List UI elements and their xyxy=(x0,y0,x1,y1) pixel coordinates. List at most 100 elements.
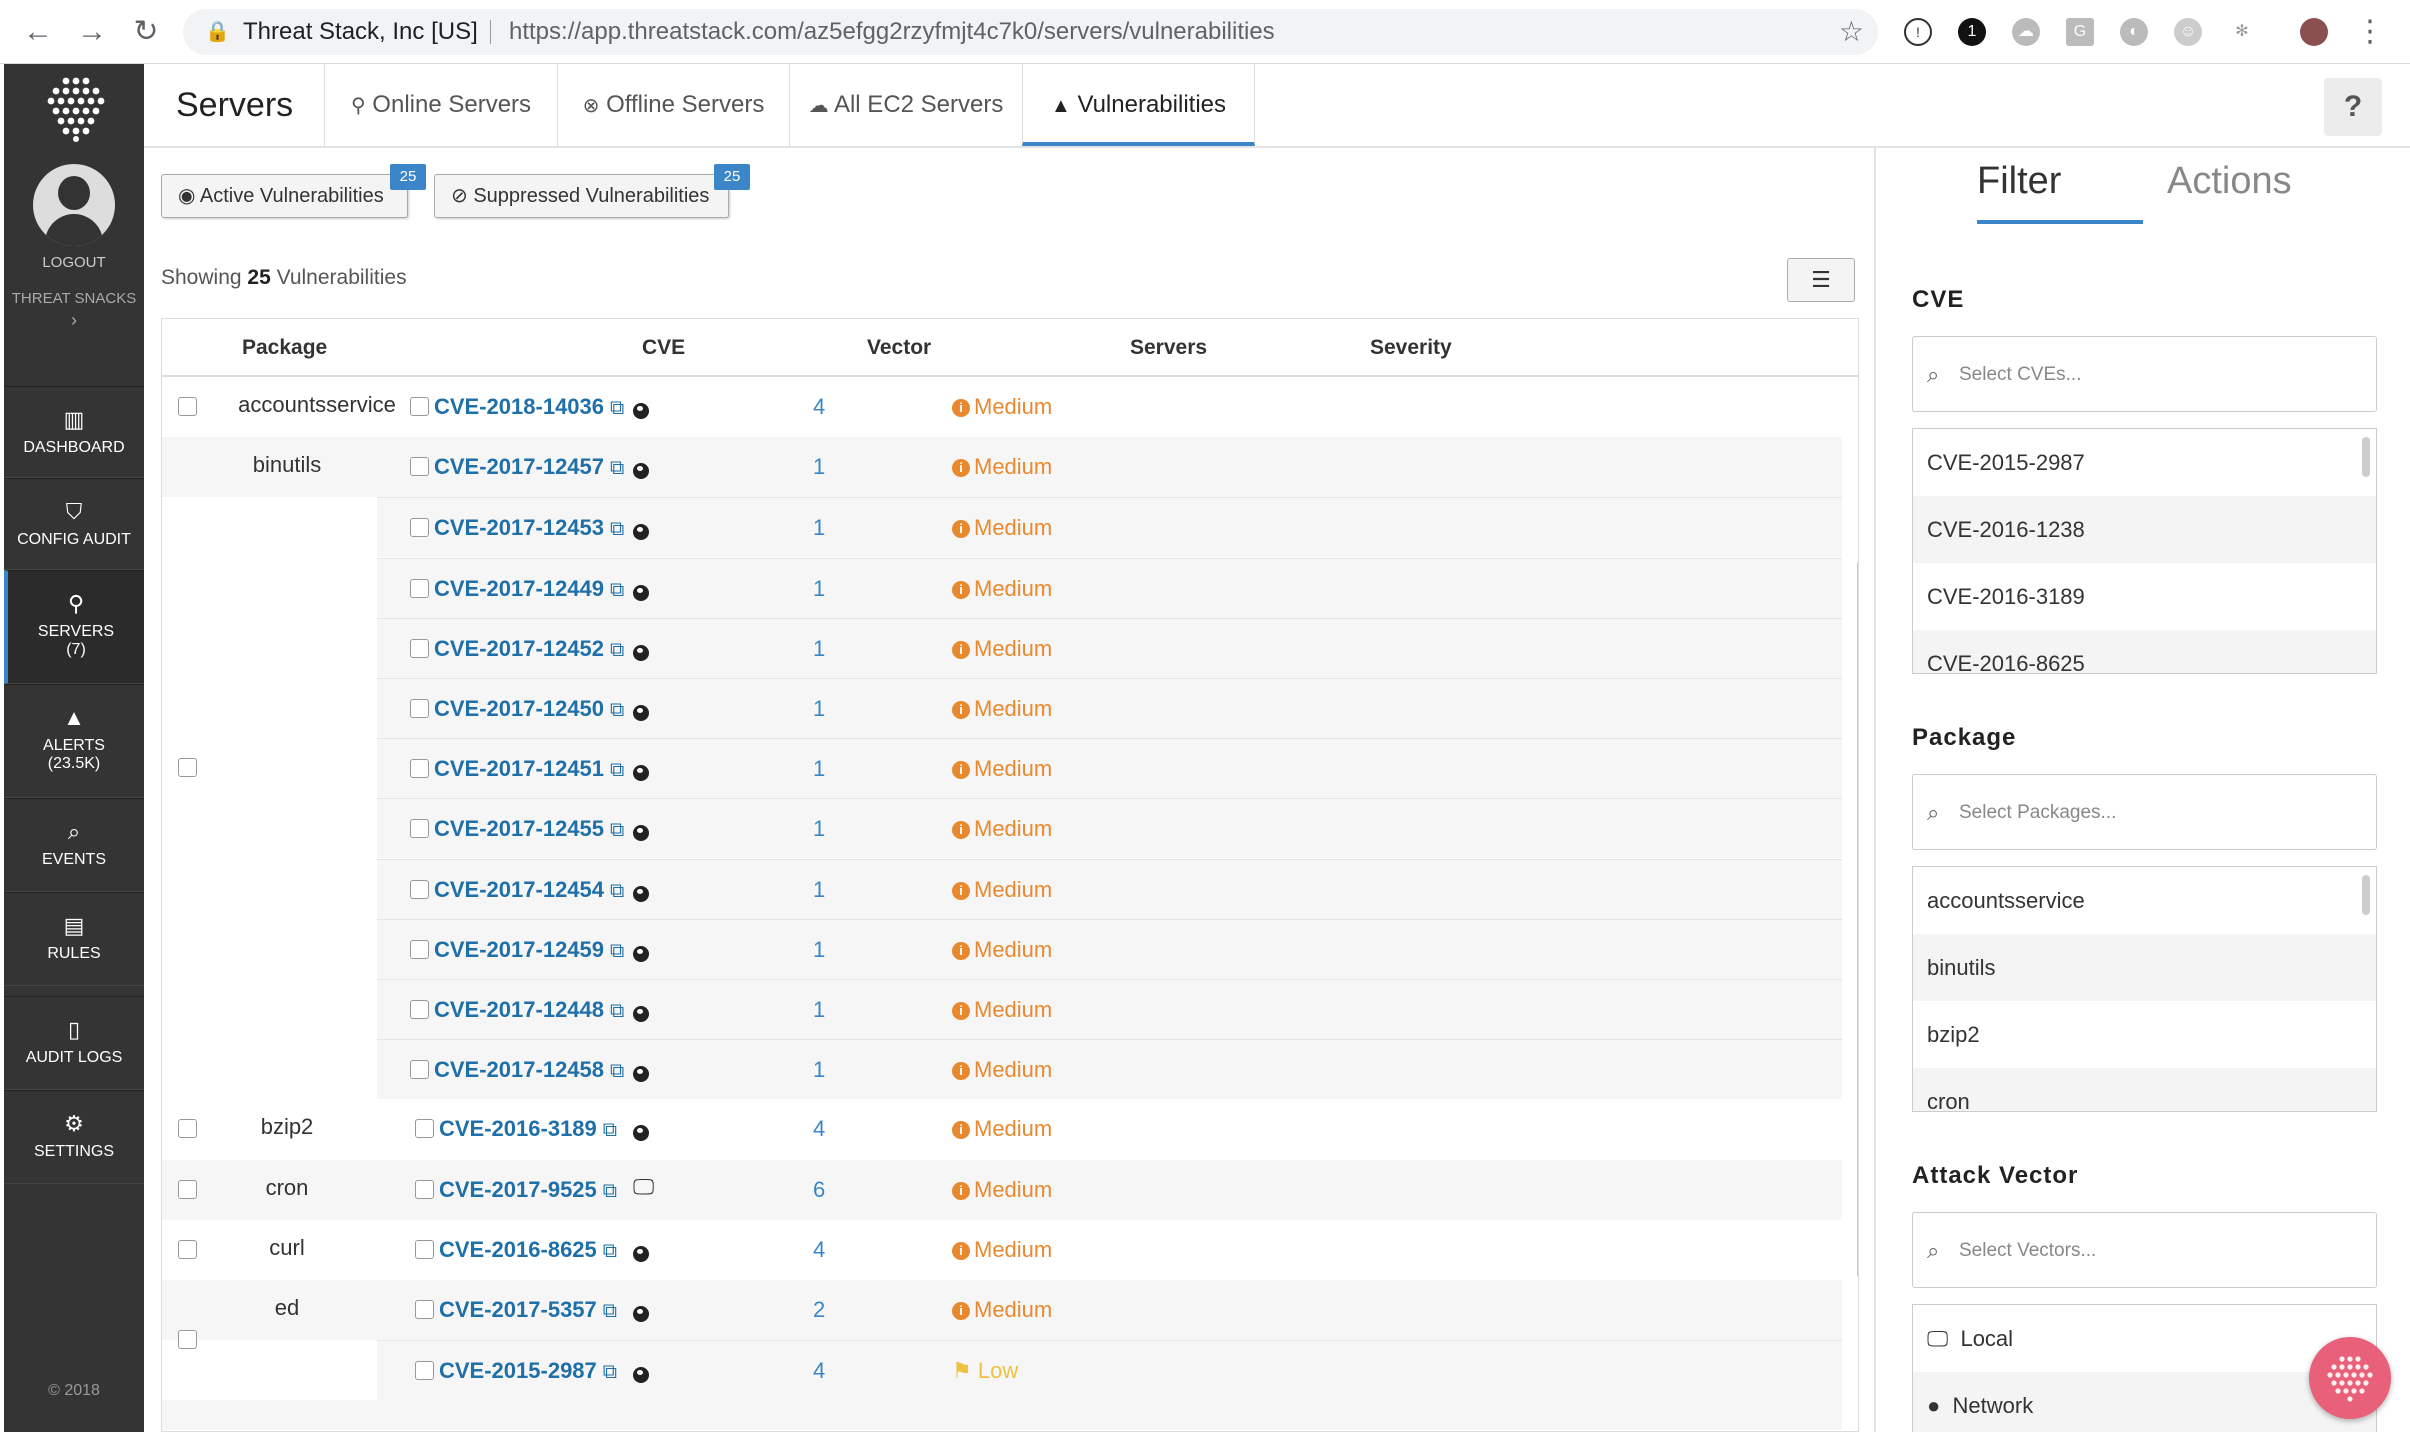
server-count-link[interactable]: 1 xyxy=(813,997,825,1023)
package-checkbox[interactable] xyxy=(178,1179,197,1199)
cve-checkbox[interactable] xyxy=(410,1060,429,1080)
server-count-link[interactable]: 4 xyxy=(813,1237,825,1263)
cve-link[interactable]: CVE-2017-12452 ⧉ xyxy=(434,636,624,662)
cve-link[interactable]: CVE-2017-12449 ⧉ xyxy=(434,576,624,602)
cve-checkbox[interactable] xyxy=(410,759,429,779)
cve-link[interactable]: CVE-2015-2987 ⧉ xyxy=(439,1358,617,1384)
org-chevron-icon[interactable]: › xyxy=(4,310,144,331)
package-option[interactable]: bzip2 xyxy=(1913,1001,2376,1068)
package-search-input[interactable]: ⌕ Select Packages... xyxy=(1912,774,2377,850)
header-cve[interactable]: CVE xyxy=(642,336,685,360)
cve-link[interactable]: CVE-2017-5357 ⧉ xyxy=(439,1297,617,1323)
cve-option[interactable]: CVE-2016-8625 xyxy=(1913,630,2376,673)
cve-option[interactable]: CVE-2015-2987 xyxy=(1913,429,2376,496)
cloud-extension-icon[interactable]: ☁ xyxy=(2012,18,2040,46)
column-settings-button[interactable]: ☰ xyxy=(1787,258,1855,302)
package-option[interactable]: accountsservice xyxy=(1913,867,2376,934)
cve-link[interactable]: CVE-2017-12448 ⧉ xyxy=(434,997,624,1023)
cve-link[interactable]: CVE-2017-12459 ⧉ xyxy=(434,937,624,963)
server-count-link[interactable]: 4 xyxy=(813,394,825,420)
nav-config-audit[interactable]: ⛉ CONFIG AUDIT xyxy=(4,478,144,570)
vector-search-input[interactable]: ⌕ Select Vectors... xyxy=(1912,1212,2377,1288)
info-extension-icon[interactable]: ! xyxy=(1904,18,1932,46)
cve-checkbox[interactable] xyxy=(410,638,429,658)
server-count-link[interactable]: 1 xyxy=(813,515,825,541)
help-button[interactable]: ? xyxy=(2324,78,2382,136)
cve-link[interactable]: CVE-2017-12458 ⧉ xyxy=(434,1057,624,1083)
header-package[interactable]: Package xyxy=(242,336,327,360)
server-count-link[interactable]: 1 xyxy=(813,1057,825,1083)
back-icon[interactable]: ← xyxy=(18,12,58,52)
cve-checkbox[interactable] xyxy=(410,819,429,839)
header-vector[interactable]: Vector xyxy=(867,336,931,360)
cve-link[interactable]: CVE-2017-12450 ⧉ xyxy=(434,696,624,722)
g-extension-icon[interactable]: G xyxy=(2066,18,2094,46)
nav-dashboard[interactable]: ▥ DASHBOARD xyxy=(4,386,144,478)
cve-option[interactable]: CVE-2016-1238 xyxy=(1913,496,2376,563)
bookmark-star-icon[interactable]: ☆ xyxy=(1839,9,1864,55)
package-checkbox[interactable] xyxy=(178,1119,197,1139)
server-count-link[interactable]: 1 xyxy=(813,756,825,782)
server-count-link[interactable]: 1 xyxy=(813,454,825,480)
threatstack-logo[interactable] xyxy=(4,64,144,154)
package-checkbox[interactable] xyxy=(178,397,197,416)
cve-link[interactable]: CVE-2017-12457 ⧉ xyxy=(434,454,624,480)
ghost-extension-icon[interactable]: ☺ xyxy=(2174,18,2202,46)
cve-checkbox[interactable] xyxy=(415,1239,434,1259)
snowflake-extension-icon[interactable]: ✻ xyxy=(2228,18,2256,46)
server-count-link[interactable]: 1 xyxy=(813,696,825,722)
tab-all-ec2-servers[interactable]: ☁ All EC2 Servers xyxy=(789,64,1022,146)
vector-option-local[interactable]: 🖵 Local xyxy=(1913,1305,2376,1372)
server-count-link[interactable]: 1 xyxy=(813,576,825,602)
profile-avatar[interactable] xyxy=(2300,18,2328,46)
nav-servers[interactable]: ⚲ SERVERS (7) xyxy=(4,570,144,684)
server-count-link[interactable]: 2 xyxy=(813,1297,825,1323)
cve-checkbox[interactable] xyxy=(410,939,429,959)
cve-checkbox[interactable] xyxy=(410,518,429,538)
header-severity[interactable]: Severity xyxy=(1370,336,1452,360)
active-vulnerabilities-button[interactable]: ◉ Active Vulnerabilities xyxy=(161,174,408,218)
cve-checkbox[interactable] xyxy=(415,1361,434,1381)
forward-icon[interactable]: → xyxy=(72,12,112,52)
cve-link[interactable]: CVE-2016-3189 ⧉ xyxy=(439,1116,617,1142)
nav-events[interactable]: ⌕ EVENTS xyxy=(4,798,144,892)
cve-checkbox[interactable] xyxy=(410,699,429,718)
package-checkbox[interactable] xyxy=(178,1239,197,1259)
cve-link[interactable]: CVE-2017-12455 ⧉ xyxy=(434,816,624,842)
cve-checkbox[interactable] xyxy=(410,578,429,598)
server-count-link[interactable]: 1 xyxy=(813,816,825,842)
menu-kebab-icon[interactable]: ⋮ xyxy=(2350,12,2390,52)
cve-link[interactable]: CVE-2017-12454 ⧉ xyxy=(434,877,624,903)
cve-checkbox[interactable] xyxy=(415,1300,434,1319)
table-scrollbar[interactable] xyxy=(1857,559,1858,1279)
cve-link[interactable]: CVE-2016-8625 ⧉ xyxy=(439,1237,617,1263)
package-option[interactable]: cron xyxy=(1913,1068,2376,1111)
chat-widget-button[interactable] xyxy=(2309,1337,2391,1419)
cve-link[interactable]: CVE-2017-12453 ⧉ xyxy=(434,515,624,541)
package-checkbox[interactable] xyxy=(178,758,197,778)
cve-checkbox[interactable] xyxy=(410,457,429,477)
user-avatar[interactable] xyxy=(33,164,115,246)
cve-option[interactable]: CVE-2016-3189 xyxy=(1913,563,2376,630)
tab-actions[interactable]: Actions xyxy=(2167,160,2292,203)
package-list-scrollbar[interactable] xyxy=(2362,875,2370,915)
header-servers[interactable]: Servers xyxy=(1130,336,1207,360)
cve-link[interactable]: CVE-2018-14036 ⧉ xyxy=(434,394,624,420)
address-bar[interactable]: 🔒 Threat Stack, Inc [US] https://app.thr… xyxy=(183,9,1878,55)
cve-checkbox[interactable] xyxy=(410,1000,429,1019)
tab-online-servers[interactable]: ⚲ Online Servers xyxy=(324,64,557,146)
server-count-link[interactable]: 1 xyxy=(813,937,825,963)
package-option[interactable]: binutils xyxy=(1913,934,2376,1001)
server-count-link[interactable]: 4 xyxy=(813,1116,825,1142)
nav-audit-logs[interactable]: ▯ AUDIT LOGS xyxy=(4,996,144,1090)
tab-filter[interactable]: Filter xyxy=(1977,160,2061,203)
password-extension-icon[interactable]: 1 xyxy=(1958,18,1986,46)
reload-icon[interactable]: ↻ xyxy=(126,12,166,52)
nav-alerts[interactable]: ▲ ALERTS (23.5K) xyxy=(4,684,144,798)
cve-link[interactable]: CVE-2017-9525 ⧉ xyxy=(439,1177,617,1203)
server-count-link[interactable]: 6 xyxy=(813,1177,825,1203)
suppressed-vulnerabilities-button[interactable]: ⊘ Suppressed Vulnerabilities xyxy=(434,174,729,218)
package-checkbox[interactable] xyxy=(178,1330,197,1350)
tab-offline-servers[interactable]: ⊗ Offline Servers xyxy=(557,64,789,146)
cve-list-scrollbar[interactable] xyxy=(2362,437,2370,477)
